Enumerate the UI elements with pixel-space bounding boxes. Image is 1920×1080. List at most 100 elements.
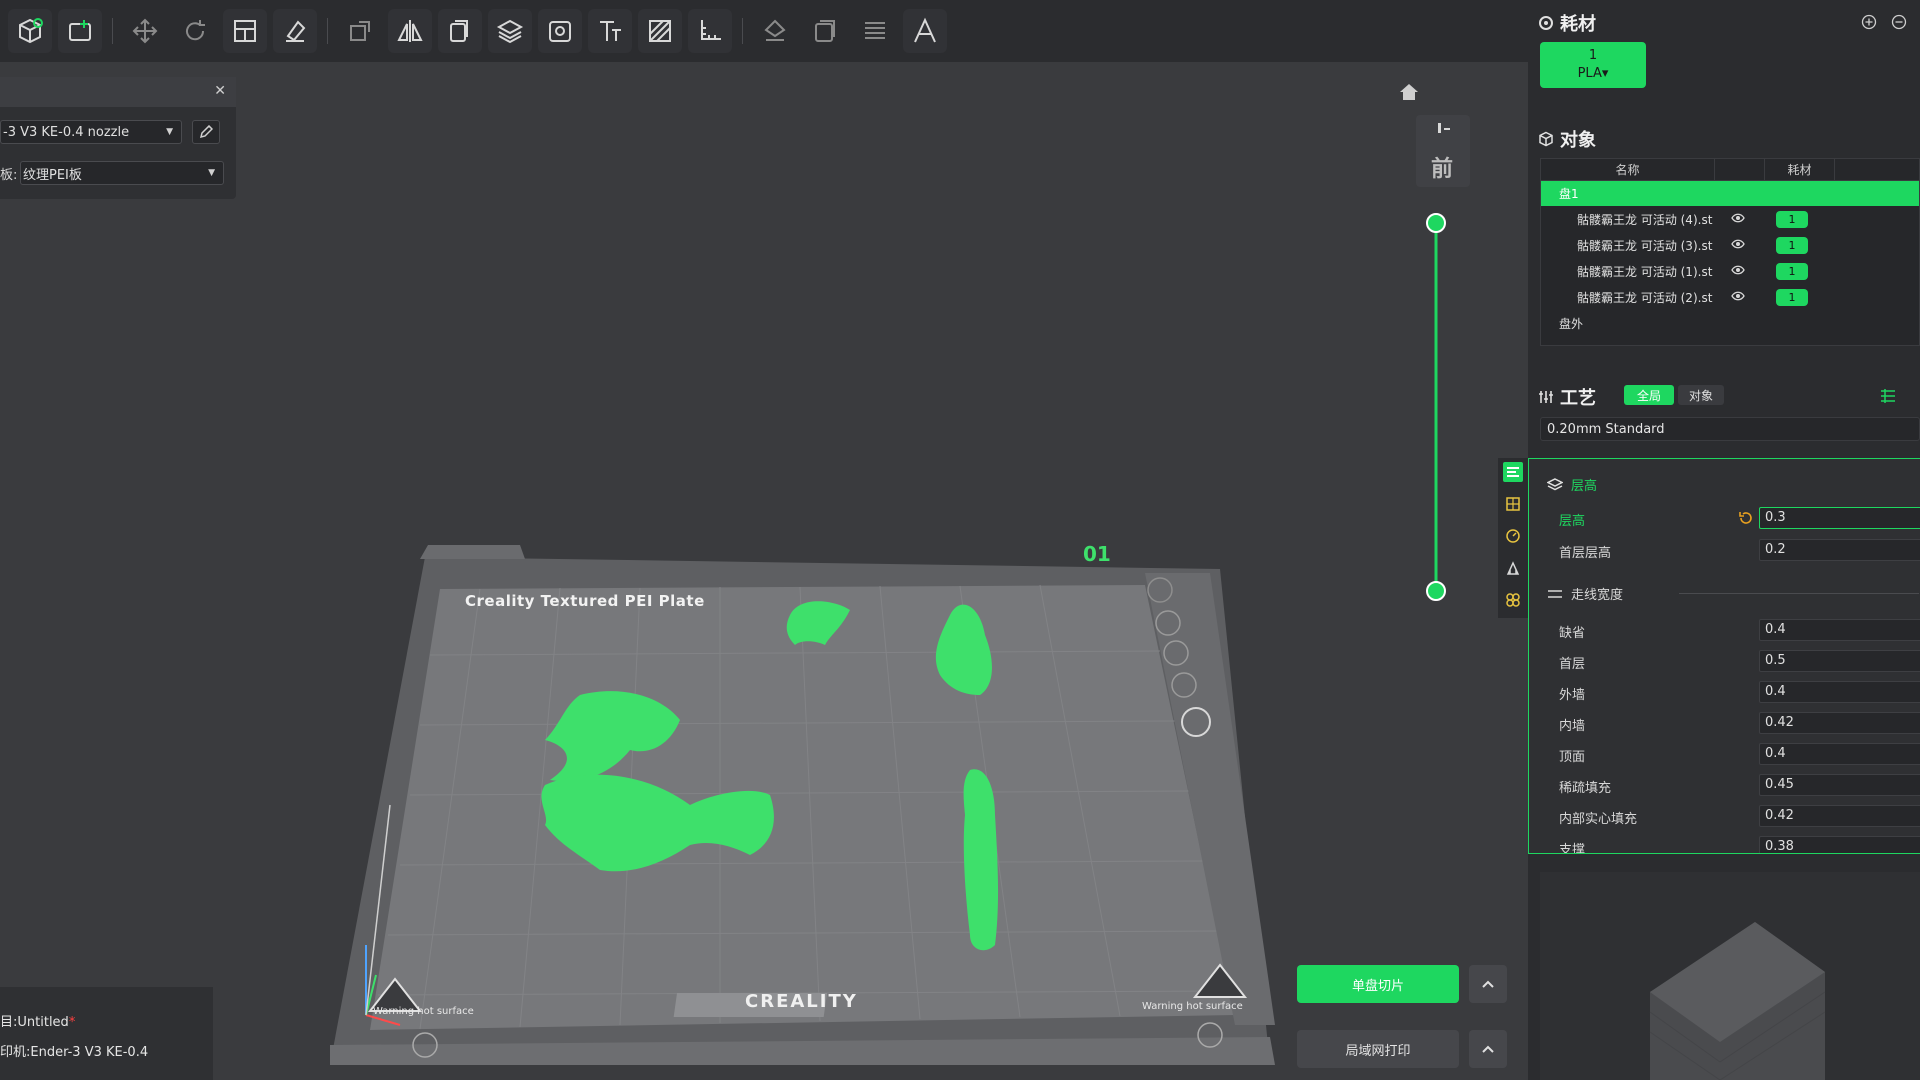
remove-filament-icon[interactable] [1891, 14, 1907, 30]
filament-slot-type[interactable]: PLA▾ [1578, 65, 1609, 83]
quality-category-icon[interactable] [1503, 462, 1523, 482]
process-preset-select[interactable]: 0.20mm Standard [1540, 417, 1920, 441]
close-icon[interactable]: ✕ [214, 83, 226, 99]
lay-on-face-icon[interactable] [273, 9, 317, 53]
split-icon[interactable] [438, 9, 482, 53]
front-view-label[interactable]: 前 [1431, 151, 1453, 183]
first-layer-height-label: 首层层高 [1559, 546, 1612, 561]
project-name: 目:Untitled [0, 1015, 69, 1030]
status-panel: 目:Untitled* 印机:Ender-3 V3 KE-0.4 [0, 987, 213, 1080]
object-filament-badge[interactable]: 1 [1776, 237, 1808, 254]
printer-name: 印机:Ender-3 V3 KE-0.4 [0, 1045, 149, 1060]
width-label: 首层 [1559, 657, 1586, 672]
sliders-icon [1539, 391, 1553, 403]
layer-height-input[interactable]: 0.3 [1759, 507, 1920, 529]
print-options-button[interactable] [1469, 1030, 1507, 1068]
seam-paint-icon[interactable] [803, 9, 847, 53]
speed-category-icon[interactable] [1503, 526, 1523, 546]
add-plate-icon[interactable] [58, 9, 102, 53]
layers-icon[interactable] [488, 9, 532, 53]
slice-plate-button[interactable]: 单盘切片 [1297, 965, 1459, 1003]
object-name: 骷髅霸王龙 可活动 (3).st [1577, 238, 1713, 253]
tab-object[interactable]: 对象 [1678, 385, 1724, 405]
assembly-text-icon[interactable] [903, 9, 947, 53]
support-category-icon[interactable] [1503, 558, 1523, 578]
width-input[interactable]: 0.4 [1759, 743, 1920, 765]
object-filament-badge[interactable]: 1 [1776, 263, 1808, 280]
lan-print-button[interactable]: 局域网打印 [1297, 1030, 1459, 1068]
column-name[interactable]: 名称 [1541, 159, 1715, 180]
move-icon[interactable] [123, 9, 167, 53]
cut-icon[interactable] [638, 9, 682, 53]
warning-hot-surface-right: Warning hot surface [1142, 1001, 1243, 1012]
printer-select-value: -3 V3 KE-0.4 nozzle [3, 124, 130, 140]
width-label: 支撑 [1559, 843, 1586, 854]
modified-mark: * [68, 1015, 76, 1030]
width-input[interactable]: 0.4 [1759, 619, 1920, 641]
top-view-icon[interactable] [1416, 115, 1470, 145]
column-filament[interactable]: 耗材 [1765, 159, 1835, 180]
support-paint-icon[interactable] [753, 9, 797, 53]
arrange-icon[interactable] [223, 9, 267, 53]
list-item[interactable]: 骷髅霸王龙 可活动 (3).st 1 [1541, 232, 1919, 258]
printer-select[interactable]: -3 V3 KE-0.4 nozzle ▼ [0, 120, 182, 144]
first-layer-height-input[interactable]: 0.2 [1759, 539, 1920, 561]
text-tool-icon[interactable] [588, 9, 632, 53]
measure-icon[interactable] [688, 9, 732, 53]
home-view-icon[interactable] [1398, 82, 1420, 102]
chevron-down-icon: ▼ [208, 168, 215, 178]
object-filament-badge[interactable]: 1 [1776, 289, 1808, 306]
variable-layer-icon[interactable] [853, 9, 897, 53]
eye-icon[interactable] [1731, 290, 1745, 302]
outside-plate-row[interactable]: 盘外 [1541, 310, 1919, 336]
view-cube[interactable]: 前 [1416, 115, 1470, 187]
list-item[interactable]: 骷髅霸王龙 可活动 (1).st 1 [1541, 258, 1919, 284]
reset-icon[interactable] [1738, 510, 1754, 526]
strength-category-icon[interactable] [1503, 494, 1523, 514]
plate-row[interactable]: 盘1 [1541, 181, 1919, 206]
layer-height-row: 层高 0.3 [1559, 507, 1920, 531]
edit-printer-button[interactable] [192, 120, 220, 144]
width-input[interactable]: 0.42 [1759, 712, 1920, 734]
width-input[interactable]: 0.38 [1759, 836, 1920, 853]
rotate-icon[interactable] [173, 9, 217, 53]
mirror-icon[interactable] [388, 9, 432, 53]
list-view-icon[interactable] [1880, 389, 1896, 403]
add-cube-icon[interactable] [8, 9, 52, 53]
chevron-down-icon: ▼ [166, 127, 173, 137]
width-input[interactable]: 0.42 [1759, 805, 1920, 827]
list-item[interactable]: 骷髅霸王龙 可活动 (4).st 1 [1541, 206, 1919, 232]
hollow-icon[interactable] [538, 9, 582, 53]
printer-panel-header: ✕ [0, 77, 236, 107]
width-input[interactable]: 0.5 [1759, 650, 1920, 672]
eye-icon[interactable] [1731, 264, 1745, 276]
others-category-icon[interactable] [1503, 590, 1523, 610]
plate-type-select[interactable]: 纹理PEI板 ▼ [20, 161, 224, 185]
scale-icon[interactable] [338, 9, 382, 53]
slider-bottom-handle [1426, 581, 1446, 601]
first-layer-height-row: 首层层高 0.2 [1559, 539, 1920, 563]
tab-global[interactable]: 全局 [1624, 385, 1674, 405]
plate-name-label: Creality Textured PEI Plate [465, 592, 705, 610]
eye-icon[interactable] [1731, 212, 1745, 224]
object-name: 骷髅霸王龙 可活动 (2).st [1577, 290, 1713, 305]
width-input[interactable]: 0.4 [1759, 681, 1920, 703]
object-name: 骷髅霸王龙 可活动 (1).st [1577, 264, 1713, 279]
width-label: 外墙 [1559, 688, 1586, 703]
slice-options-button[interactable] [1469, 965, 1507, 1003]
layer-slider[interactable] [1424, 213, 1448, 603]
object-name: 骷髅霸王龙 可活动 (4).st [1577, 212, 1713, 227]
build-plate[interactable] [330, 545, 1280, 1065]
plate-row-label: 盘1 [1559, 187, 1579, 201]
eye-icon[interactable] [1731, 238, 1745, 250]
object-filament-badge[interactable]: 1 [1776, 211, 1808, 228]
width-input[interactable]: 0.45 [1759, 774, 1920, 796]
outside-plate-label: 盘外 [1559, 316, 1584, 331]
main-toolbar [0, 0, 1528, 62]
list-item[interactable]: 骷髅霸王龙 可活动 (2).st 1 [1541, 284, 1919, 310]
chevron-up-icon [1482, 980, 1494, 988]
object-list: 名称 耗材 盘1 骷髅霸王龙 可活动 (4).st 1 骷髅霸王龙 可活动 (3… [1540, 158, 1920, 346]
printer-settings-panel: ✕ -3 V3 KE-0.4 nozzle ▼ 板: 纹理PEI板 ▼ [0, 77, 236, 199]
add-filament-icon[interactable] [1861, 14, 1877, 30]
filament-slot-1[interactable]: 1 PLA▾ [1540, 42, 1646, 88]
